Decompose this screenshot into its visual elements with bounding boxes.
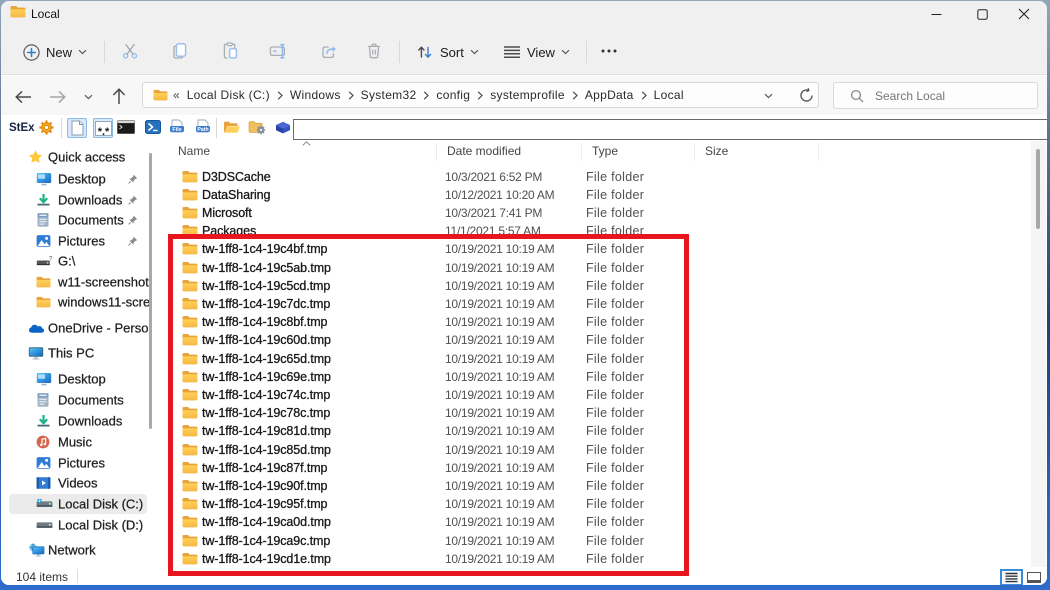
svg-text:?: ? xyxy=(49,257,52,263)
svg-text:Path: Path xyxy=(197,127,208,133)
svg-text:File: File xyxy=(172,127,181,133)
svg-text:*.*: *.* xyxy=(97,125,109,135)
